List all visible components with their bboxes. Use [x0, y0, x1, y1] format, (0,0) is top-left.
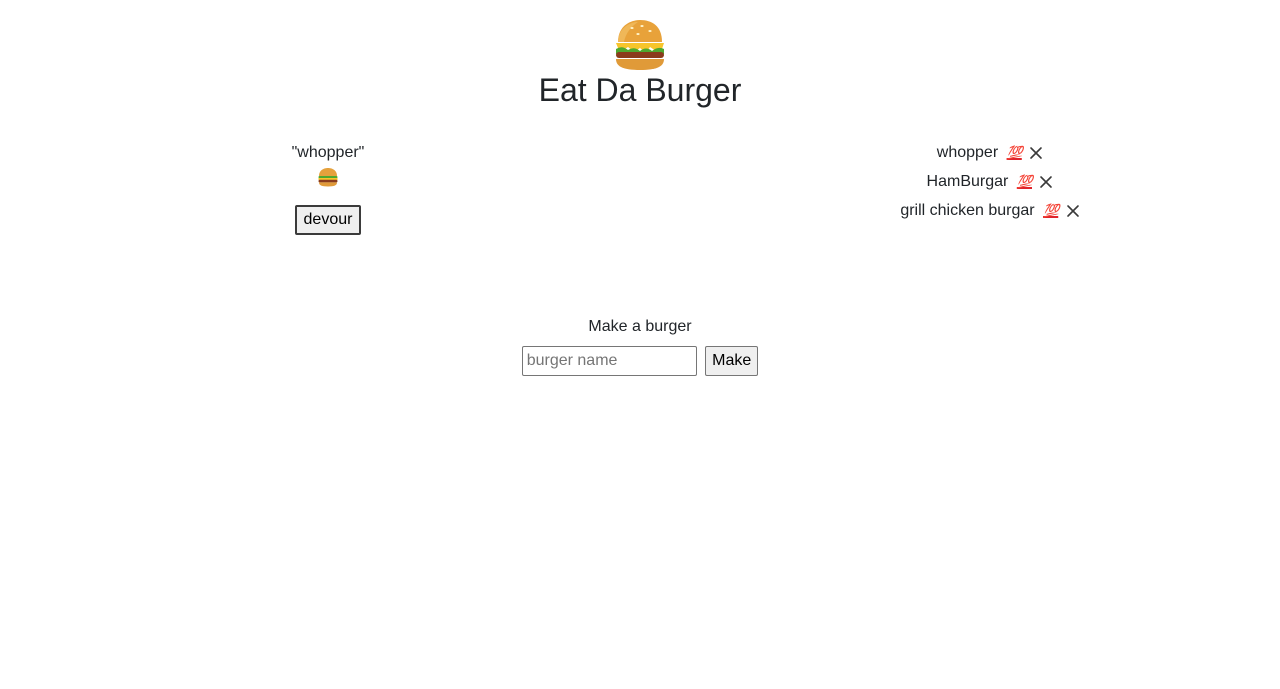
eaten-burger-list: whopper 💯 HamBurgar 💯 grill chicken burg… [790, 142, 1190, 229]
hundred-points-icon: 💯 [1043, 203, 1059, 218]
uneaten-burger-list: "whopper" devour [228, 142, 428, 235]
make-burger-form: Make a burger Make [0, 316, 1280, 376]
devour-button[interactable]: devour [294, 205, 362, 235]
eaten-burger-item: whopper 💯 [790, 142, 1190, 171]
hundred-points-icon: 💯 [1016, 174, 1033, 189]
eaten-burger-item: HamBurgar 💯 [790, 171, 1190, 200]
burger-name: HamBurgar [926, 173, 1009, 190]
page-title: Eat Da Burger [538, 72, 742, 108]
hundred-points-icon: 💯 [1006, 145, 1023, 160]
burger-icon [616, 20, 664, 70]
close-icon[interactable] [1029, 146, 1043, 160]
make-burger-row: Make [0, 346, 1280, 376]
close-icon[interactable] [1039, 175, 1053, 189]
uneaten-burger-item: "whopper" devour [228, 142, 428, 235]
burger-name: whopper [936, 144, 999, 161]
burger-name: grill chicken burgar [900, 202, 1035, 219]
burger-name-input[interactable] [521, 346, 697, 376]
make-button[interactable]: Make [705, 346, 759, 376]
make-burger-label: Make a burger [588, 318, 692, 335]
eaten-burger-item: grill chicken burgar 💯 [790, 200, 1190, 229]
burger-icon [318, 168, 338, 187]
burger-name: "whopper" [291, 144, 365, 161]
close-icon[interactable] [1066, 204, 1080, 218]
